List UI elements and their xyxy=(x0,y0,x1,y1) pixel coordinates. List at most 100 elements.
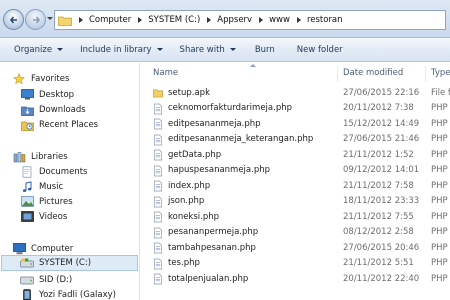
table-row[interactable]: koneksi.php 21/11/2012 7:55 PHP xyxy=(140,209,450,224)
column-header-date[interactable]: Date modified xyxy=(343,63,428,83)
file-date-modified: 27/06/2015 22:16 xyxy=(343,87,420,98)
file-type: PHP xyxy=(431,103,448,113)
burn-button[interactable]: Burn xyxy=(255,45,275,55)
nav-documents[interactable]: Documents xyxy=(20,164,87,179)
new-folder-button[interactable]: New folder xyxy=(297,45,343,55)
php-file-icon xyxy=(154,118,162,130)
file-name[interactable]: editpesananmeja_keterangan.php xyxy=(168,134,313,144)
nav-favorites[interactable]: Favorites xyxy=(12,71,69,86)
file-name[interactable]: editpesananmeja.php xyxy=(168,119,261,129)
file-name[interactable]: setup.apk xyxy=(168,88,210,98)
column-header-name[interactable]: Name xyxy=(153,63,333,83)
address-bar-region: Computer SYSTEM (C:) Appserv www restora… xyxy=(0,0,450,38)
address-box[interactable]: Computer SYSTEM (C:) Appserv www restora… xyxy=(54,10,446,30)
breadcrumb-separator[interactable] xyxy=(138,17,143,23)
device-icon xyxy=(20,288,34,300)
nav-label: Libraries xyxy=(31,151,68,162)
drive-icon xyxy=(20,274,34,286)
nav-galaxy-device[interactable]: Yozi Fadli (Galaxy) xyxy=(20,287,116,300)
file-name[interactable]: ceknomorfakturdarimeja.php xyxy=(168,103,292,113)
forward-button[interactable] xyxy=(25,9,46,30)
table-row[interactable]: json.php 18/11/2012 23:33 PHP xyxy=(140,194,450,209)
drive-icon xyxy=(20,257,34,269)
include-label: Include in library xyxy=(80,44,152,55)
file-name[interactable]: index.php xyxy=(168,181,210,191)
table-row[interactable]: totalpenjualan.php 20/11/2012 22:40 PHP xyxy=(140,271,450,286)
nav-system-drive[interactable]: SYSTEM (C:) xyxy=(1,255,138,271)
back-button[interactable] xyxy=(3,9,24,30)
table-row[interactable]: editpesananmeja_keterangan.php 27/06/2015… xyxy=(140,132,450,147)
new-folder-label: New folder xyxy=(296,44,343,55)
file-name[interactable]: tambahpesanan.php xyxy=(168,243,256,253)
file-date-modified: 08/12/2012 2:58 xyxy=(343,227,414,237)
downloads-icon xyxy=(20,104,34,116)
nav-sid-drive[interactable]: SID (D:) xyxy=(20,272,72,287)
file-type: PHP xyxy=(431,134,448,144)
table-row[interactable]: tambahpesanan.php 27/06/2015 20:46 PHP xyxy=(140,240,450,255)
nav-downloads[interactable]: Downloads xyxy=(20,102,86,117)
star-icon xyxy=(12,72,26,85)
column-divider[interactable] xyxy=(425,66,426,82)
column-header-label: Date modified xyxy=(343,68,404,78)
nav-pictures[interactable]: Pictures xyxy=(20,194,73,209)
nav-label: SYSTEM (C:) xyxy=(39,258,92,268)
table-row[interactable]: setup.apk 27/06/2015 22:16 File f xyxy=(140,85,450,100)
table-row[interactable]: pesananpermeja.php 08/12/2012 2:58 PHP xyxy=(140,225,450,240)
videos-icon xyxy=(20,211,34,223)
organize-label: Organize xyxy=(14,44,53,55)
nav-music[interactable]: Music xyxy=(20,179,63,194)
file-date-modified: 21/11/2012 7:55 xyxy=(343,211,414,222)
column-header-type[interactable]: Type xyxy=(431,63,450,83)
recent-pages-dropdown[interactable] xyxy=(47,17,53,20)
nav-videos[interactable]: Videos xyxy=(20,209,67,224)
file-date-modified: 20/11/2012 22:40 xyxy=(343,273,420,284)
breadcrumb-www[interactable]: www xyxy=(269,15,290,25)
table-row[interactable]: index.php 21/11/2012 7:58 PHP xyxy=(140,178,450,193)
nav-desktop[interactable]: Desktop xyxy=(20,87,74,102)
music-icon xyxy=(20,180,34,193)
file-type: PHP xyxy=(431,273,448,284)
nav-libraries[interactable]: Libraries xyxy=(12,149,68,164)
file-date-modified: 09/12/2012 14:01 xyxy=(343,165,420,175)
nav-label: Desktop xyxy=(39,89,75,100)
organize-button[interactable]: Organize xyxy=(14,44,64,55)
file-type: PHP xyxy=(431,258,448,268)
table-row[interactable]: getData.php 21/11/2012 1:52 PHP xyxy=(140,147,450,162)
file-name[interactable]: hapuspesananmeja.php xyxy=(168,165,270,175)
file-name[interactable]: json.php xyxy=(168,196,204,206)
breadcrumb-computer[interactable]: Computer xyxy=(89,15,131,25)
file-name[interactable]: tes.php xyxy=(168,258,200,268)
share-with-button[interactable]: Share with xyxy=(180,45,236,55)
php-file-icon xyxy=(154,211,162,223)
nav-recent-places[interactable]: Recent Places xyxy=(20,117,98,132)
breadcrumb-restoran[interactable]: restoran xyxy=(307,15,343,25)
nav-computer[interactable]: Computer xyxy=(12,241,73,256)
nav-label: Favorites xyxy=(31,73,70,84)
column-header-label: Name xyxy=(153,68,179,78)
breadcrumb-appserv[interactable]: Appserv xyxy=(217,15,252,25)
file-name[interactable]: totalpenjualan.php xyxy=(168,274,248,284)
documents-icon xyxy=(20,165,34,178)
file-name[interactable]: koneksi.php xyxy=(168,212,219,222)
file-type: PHP xyxy=(431,180,448,191)
pictures-icon xyxy=(20,196,34,208)
forward-arrow-icon xyxy=(33,16,41,24)
file-date-modified: 21/11/2012 1:52 xyxy=(343,149,414,160)
folder-icon xyxy=(153,89,163,98)
breadcrumb-separator[interactable] xyxy=(296,17,301,23)
breadcrumb-separator[interactable] xyxy=(207,17,212,23)
table-row[interactable]: hapuspesananmeja.php 09/12/2012 14:01 PHP xyxy=(140,163,450,178)
file-name[interactable]: pesananpermeja.php xyxy=(168,227,258,237)
breadcrumb-system[interactable]: SYSTEM (C:) xyxy=(148,15,200,25)
file-name[interactable]: getData.php xyxy=(168,150,221,160)
include-in-library-button[interactable]: Include in library xyxy=(80,44,163,55)
php-file-icon xyxy=(154,242,162,254)
file-type: File f xyxy=(431,87,450,98)
table-row[interactable]: tes.php 21/11/2012 5:51 PHP xyxy=(140,256,450,271)
nav-label: Downloads xyxy=(39,104,86,115)
table-row[interactable]: ceknomorfakturdarimeja.php 20/11/2012 7:3… xyxy=(140,101,450,116)
breadcrumb-separator[interactable] xyxy=(79,17,83,23)
breadcrumb-separator[interactable] xyxy=(259,17,264,23)
table-row[interactable]: editpesananmeja.php 15/12/2012 14:49 PHP xyxy=(140,116,450,131)
column-divider[interactable] xyxy=(337,66,338,82)
